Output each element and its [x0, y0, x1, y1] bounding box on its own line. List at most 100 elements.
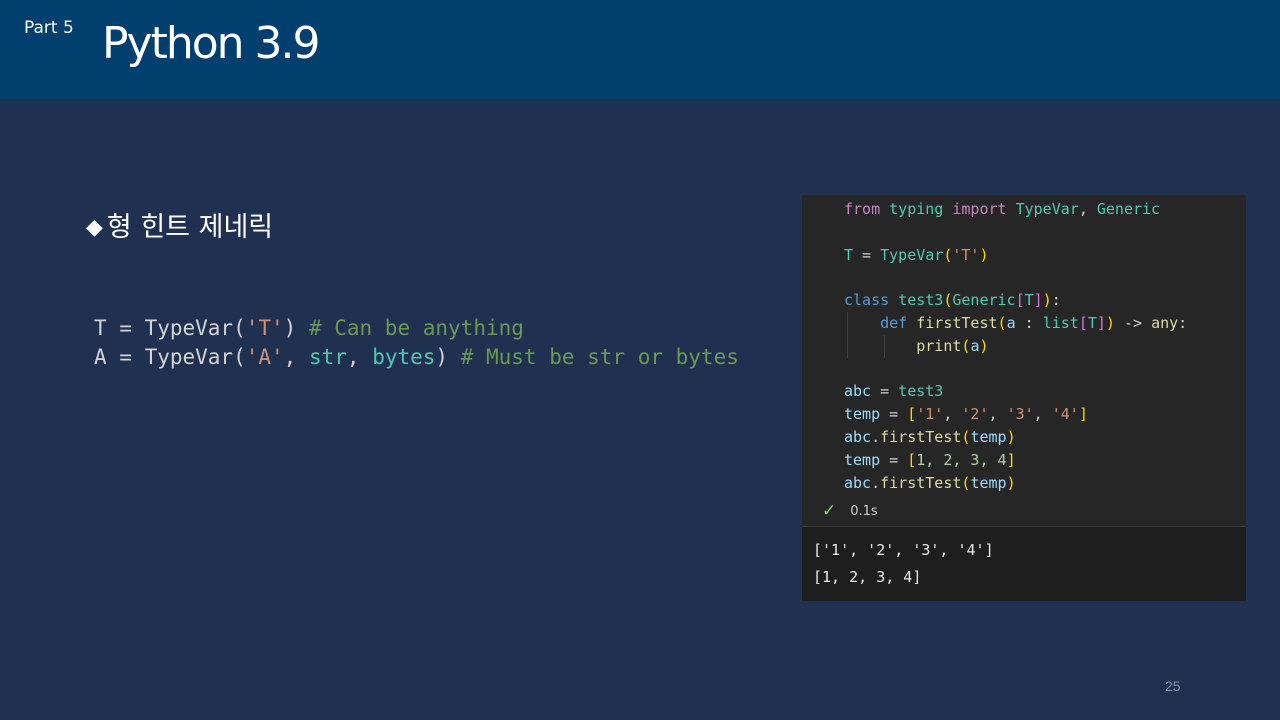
execution-time: 0.1s — [850, 503, 878, 519]
code-function: firstTest — [880, 427, 962, 446]
code-type: Generic — [1096, 200, 1161, 218]
code-function: firstTest — [880, 473, 962, 492]
section-heading-text: 형 힌트 제네릭 — [106, 212, 274, 243]
code-function: firstTest — [916, 313, 998, 332]
code-line: T = TypeVar('T') — [844, 244, 1187, 267]
code-line: temp = ['1', '2', '3', '4'] — [844, 403, 1187, 426]
part-label: Part 5 — [24, 18, 74, 38]
code-type: str — [308, 345, 347, 369]
code-keyword: from — [844, 200, 881, 218]
cell-execution-status: ✓ 0.1s — [822, 501, 878, 521]
code-bracket: ] — [1096, 313, 1106, 332]
code-line: T = TypeVar('T') # Can be anything — [94, 314, 739, 343]
page-number: 25 — [1165, 678, 1181, 694]
code-token: , — [346, 345, 373, 369]
notebook-screenshot: from typing import TypeVar, Generic T = … — [802, 195, 1246, 601]
code-string: '1' — [916, 405, 944, 424]
code-token: = — [853, 245, 881, 264]
code-token: = — [880, 405, 908, 424]
slide-title: Python 3.9 — [102, 18, 320, 69]
code-line: abc = test3 — [844, 380, 1187, 403]
code-token: ) — [283, 316, 309, 340]
code-bracket: ] — [1033, 291, 1043, 310]
code-line: from typing import TypeVar, Generic — [844, 198, 1187, 221]
code-token: ) — [435, 345, 461, 369]
code-bracket: [ — [1078, 313, 1088, 332]
code-token: , — [283, 345, 309, 369]
code-keyword: def — [880, 313, 908, 332]
output-line: ['1', '2', '3', '4'] — [813, 541, 994, 559]
code-bracket: ) — [1006, 427, 1016, 446]
cell-output-divider — [802, 526, 1246, 527]
code-token: : — [1015, 313, 1043, 332]
code-token: = — [880, 450, 908, 469]
code-bracket: ) — [1006, 473, 1016, 492]
code-token: : — [1051, 291, 1061, 310]
code-variable: abc — [844, 427, 872, 446]
code-type: bytes — [372, 345, 436, 369]
code-function: any — [1151, 313, 1179, 332]
code-token: = — [871, 382, 899, 401]
code-string: '4' — [1051, 405, 1079, 424]
code-bracket: [ — [907, 450, 917, 469]
code-token: : — [1178, 313, 1188, 332]
code-bracket: ) — [1105, 313, 1115, 332]
code-bracket: ) — [1042, 291, 1052, 310]
code-token: , — [988, 405, 1007, 424]
code-bracket: [ — [907, 405, 917, 424]
slide-header: Part 5 Python 3.9 — [0, 0, 1280, 99]
code-variable: temp — [844, 405, 881, 424]
code-function: print — [916, 336, 962, 355]
notebook-code: from typing import TypeVar, Generic T = … — [844, 198, 1187, 494]
code-token: , — [943, 405, 962, 424]
code-bracket: ) — [979, 336, 989, 355]
code-variable: abc — [844, 382, 872, 401]
code-line: temp = [1, 2, 3, 4] — [844, 449, 1187, 472]
code-number: 1, 2, 3, 4 — [916, 450, 1007, 469]
check-icon: ✓ — [822, 501, 837, 521]
code-keyword: class — [844, 291, 890, 310]
code-token: A = TypeVar( — [94, 345, 246, 369]
code-line: A = TypeVar('A', str, bytes) # Must be s… — [94, 343, 739, 372]
code-line: def firstTest(a : list[T]) -> any: — [844, 312, 1187, 335]
code-string: 'T' — [245, 316, 284, 340]
code-type: T — [1024, 291, 1034, 310]
section-heading: ◆ 형 힌트 제네릭 — [86, 205, 273, 244]
code-token: . — [871, 473, 881, 492]
code-bracket: ] — [1006, 450, 1016, 469]
cell-output: ['1', '2', '3', '4'] [1, 2, 3, 4] — [813, 537, 994, 591]
code-variable: temp — [970, 473, 1007, 492]
code-type: list — [1042, 313, 1079, 332]
code-token: , — [1078, 200, 1097, 218]
code-comment: # Must be str or bytes — [460, 345, 739, 369]
typevar-code-block: T = TypeVar('T') # Can be anything A = Ty… — [94, 314, 739, 372]
code-string: '2' — [961, 405, 989, 424]
code-type: Generic — [952, 291, 1016, 310]
code-line: abc.firstTest(temp) — [844, 472, 1187, 495]
code-keyword: import — [952, 200, 1007, 218]
output-line: [1, 2, 3, 4] — [813, 568, 922, 586]
code-type: test3 — [898, 291, 944, 310]
code-comment: # Can be anything — [308, 316, 524, 340]
code-string: '3' — [1006, 405, 1034, 424]
code-bracket: ) — [979, 245, 989, 264]
code-type: T — [1087, 313, 1097, 332]
code-type: T — [844, 245, 854, 264]
code-string: 'T' — [952, 245, 980, 264]
code-variable: temp — [844, 450, 881, 469]
code-type: TypeVar — [1015, 200, 1079, 218]
code-token: , — [1033, 405, 1052, 424]
code-line: abc.firstTest(temp) — [844, 426, 1187, 449]
code-line: class test3(Generic[T]): — [844, 289, 1187, 312]
code-variable: abc — [844, 473, 872, 492]
notebook-code-cell: from typing import TypeVar, Generic T = … — [802, 195, 1246, 526]
code-type: test3 — [898, 382, 944, 401]
code-token: -> — [1114, 313, 1152, 332]
code-line: print(a) — [844, 335, 1187, 358]
code-token: . — [871, 427, 881, 446]
code-string: 'A' — [245, 345, 284, 369]
code-variable: a — [1006, 313, 1016, 332]
